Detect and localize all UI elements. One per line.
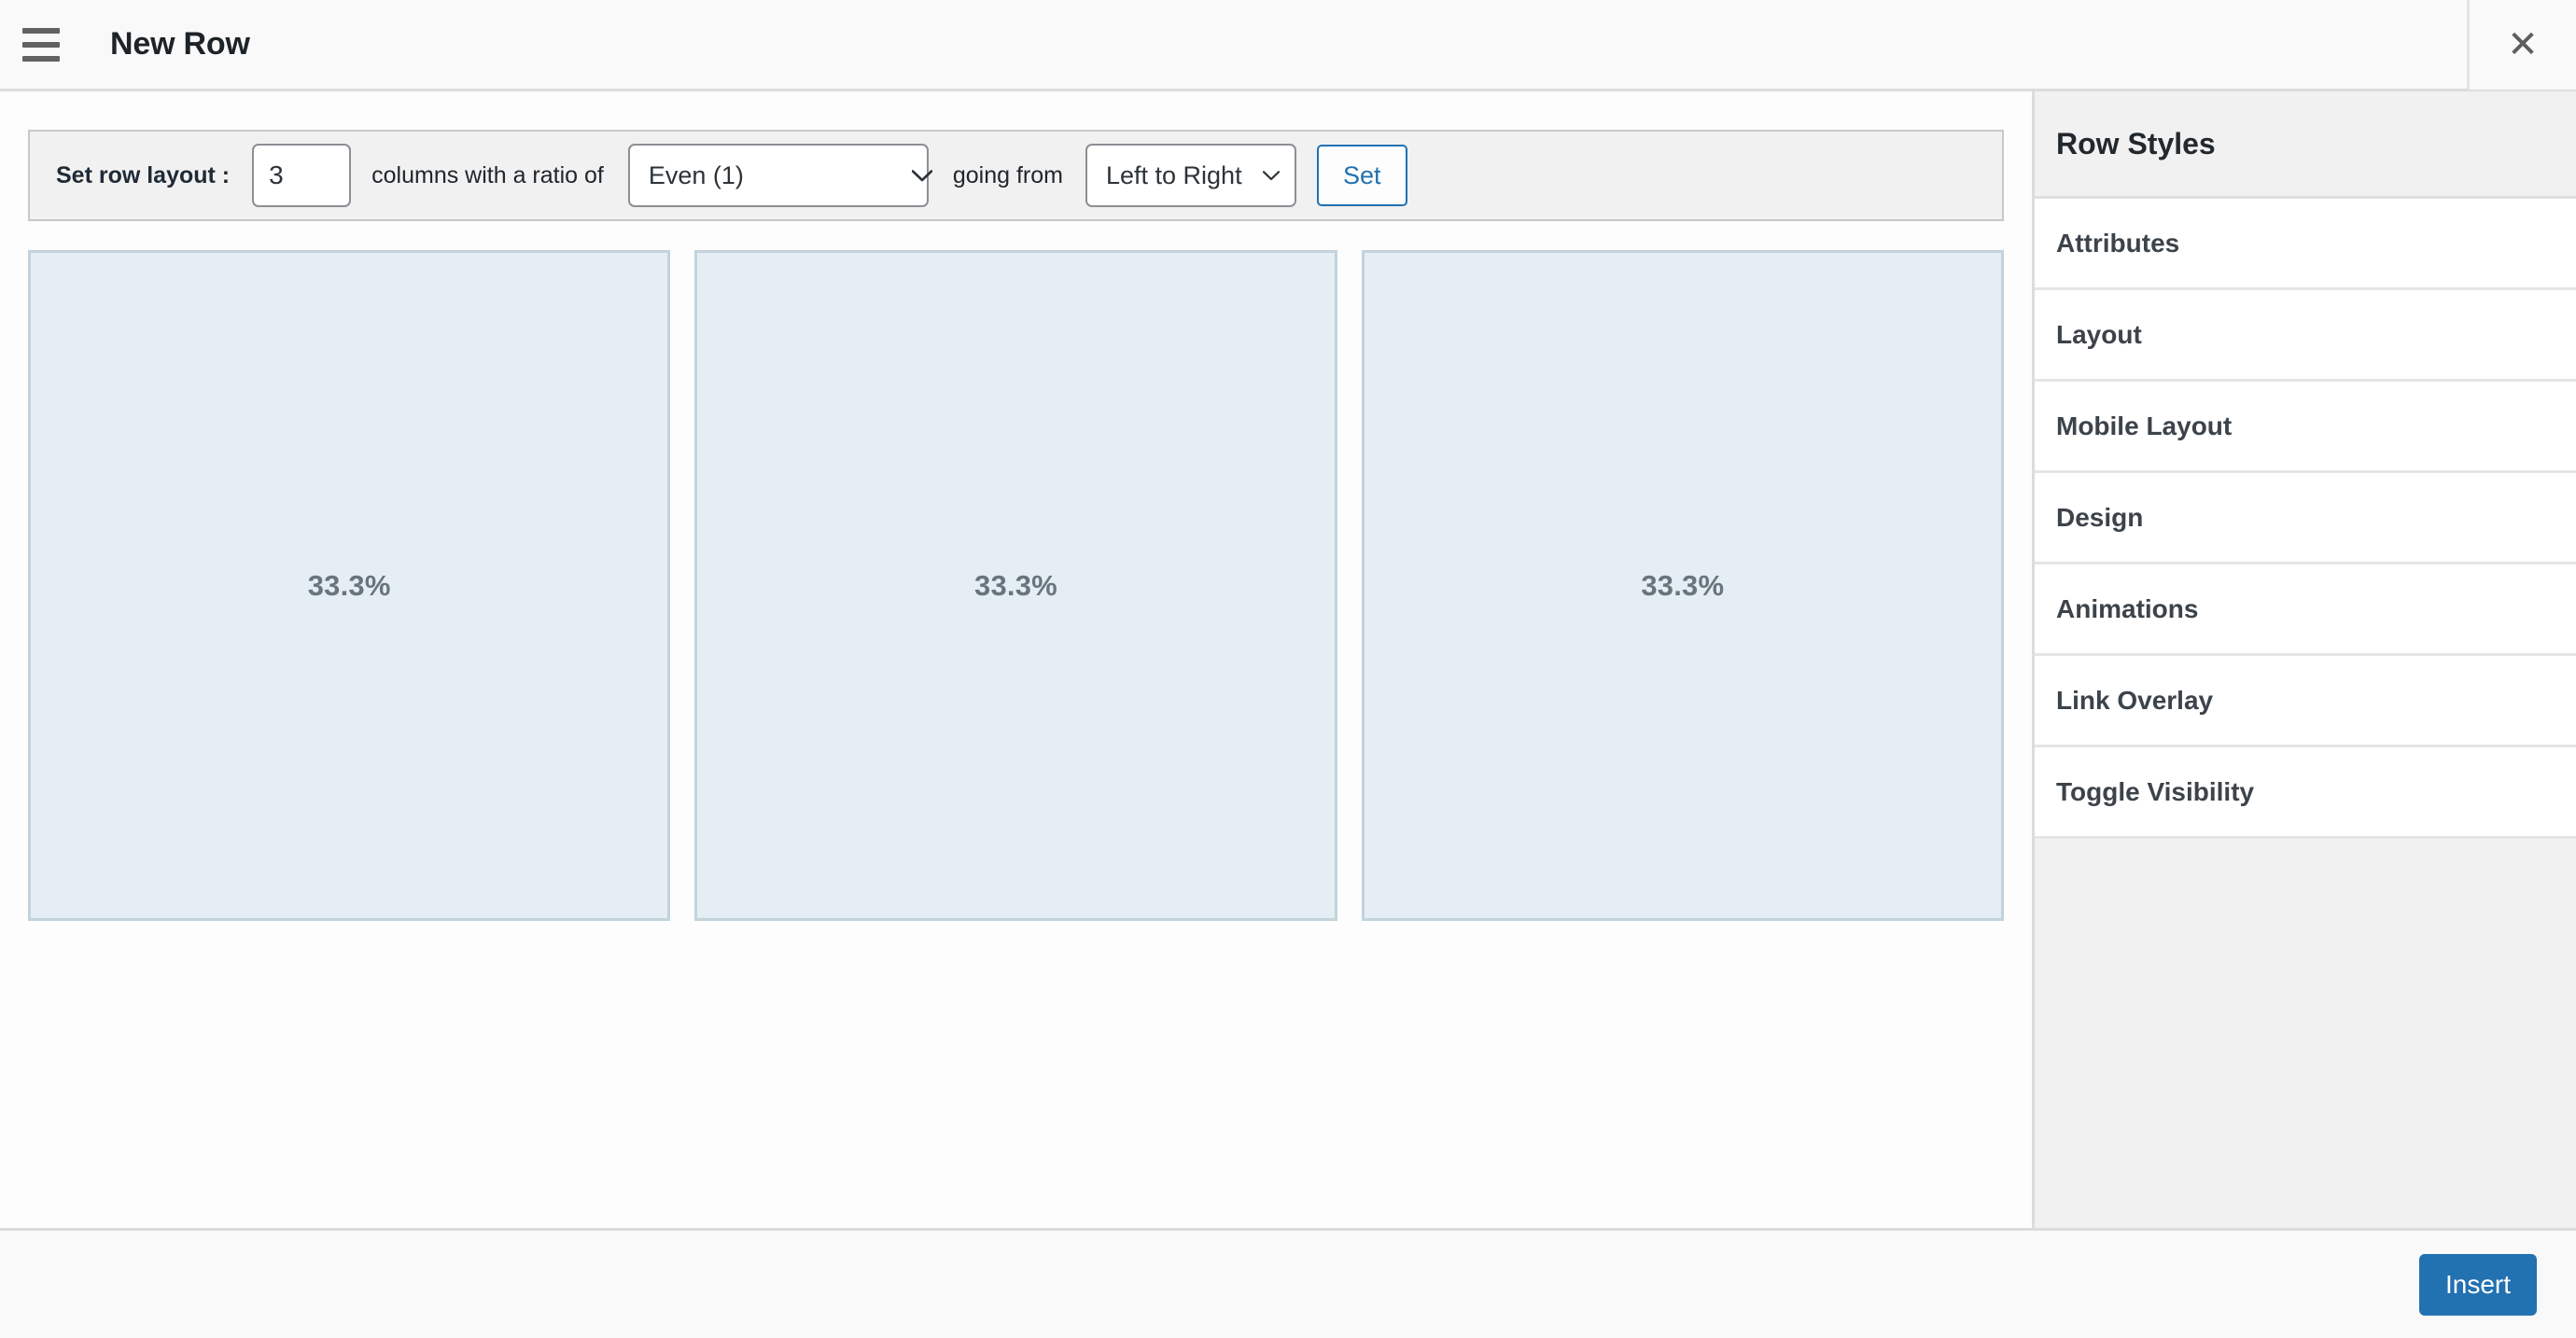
- sidebar-item-label: Design: [2056, 502, 2144, 532]
- modal-header: New Row ✕: [0, 0, 2576, 91]
- going-from-label: going from: [952, 161, 1063, 188]
- sidebar-item-toggle-visibility[interactable]: Toggle Visibility: [2035, 747, 2576, 839]
- columns-count-input[interactable]: [252, 144, 352, 207]
- hamburger-bar: [22, 41, 60, 48]
- column-percent-label: 33.3%: [307, 568, 391, 602]
- sidebar-item-layout[interactable]: Layout: [2035, 290, 2576, 382]
- sidebar-item-link-overlay[interactable]: Link Overlay: [2035, 656, 2576, 747]
- set-row-layout-label: Set row layout :: [56, 161, 231, 188]
- column-preview[interactable]: 33.3%: [28, 250, 671, 921]
- direction-select[interactable]: Left to Right: [1085, 144, 1296, 207]
- sidebar-item-label: Link Overlay: [2056, 685, 2214, 715]
- direction-select-wrap: Left to Right: [1063, 144, 1296, 207]
- ratio-select[interactable]: Even (1): [627, 144, 929, 207]
- columns-ratio-label: columns with a ratio of: [371, 161, 604, 188]
- modal-body: Set row layout : columns with a ratio of…: [0, 91, 2576, 1228]
- sidebar-empty-area: [2035, 839, 2576, 1228]
- column-percent-label: 33.3%: [1641, 568, 1725, 602]
- hamburger-bar: [22, 27, 60, 34]
- sidebar-item-label: Toggle Visibility: [2056, 776, 2255, 806]
- sidebar-header: Row Styles: [2035, 91, 2576, 199]
- close-icon: ✕: [2507, 23, 2539, 66]
- row-styles-sidebar: Row Styles Attributes Layout Mobile Layo…: [2035, 91, 2576, 1228]
- row-builder-panel: Set row layout : columns with a ratio of…: [0, 91, 2035, 1228]
- sidebar-list: Attributes Layout Mobile Layout Design A…: [2035, 199, 2576, 839]
- sidebar-item-label: Attributes: [2056, 228, 2180, 258]
- sidebar-item-label: Animations: [2056, 593, 2199, 623]
- column-preview[interactable]: 33.3%: [694, 250, 1337, 921]
- new-row-modal: New Row ✕ Set row layout : columns with …: [0, 0, 2576, 1338]
- sidebar-item-label: Mobile Layout: [2056, 411, 2233, 440]
- modal-footer: Insert: [0, 1228, 2576, 1338]
- sidebar-title: Row Styles: [2056, 126, 2216, 160]
- sidebar-item-mobile-layout[interactable]: Mobile Layout: [2035, 382, 2576, 473]
- sidebar-item-attributes[interactable]: Attributes: [2035, 199, 2576, 290]
- columns-preview: 33.3% 33.3% 33.3%: [28, 250, 2004, 921]
- column-preview[interactable]: 33.3%: [1361, 250, 2004, 921]
- row-layout-toolbar: Set row layout : columns with a ratio of…: [28, 130, 2004, 221]
- sidebar-item-design[interactable]: Design: [2035, 473, 2576, 564]
- sidebar-item-label: Layout: [2056, 319, 2142, 349]
- close-button[interactable]: ✕: [2467, 0, 2576, 90]
- page-title: New Row: [110, 26, 250, 62]
- insert-button[interactable]: Insert: [2418, 1253, 2537, 1316]
- set-button[interactable]: Set: [1316, 145, 1407, 206]
- sidebar-item-animations[interactable]: Animations: [2035, 564, 2576, 656]
- hamburger-bar: [22, 55, 60, 62]
- ratio-select-wrap: Even (1): [604, 144, 953, 207]
- hamburger-icon[interactable]: [22, 0, 78, 91]
- column-percent-label: 33.3%: [974, 568, 1057, 602]
